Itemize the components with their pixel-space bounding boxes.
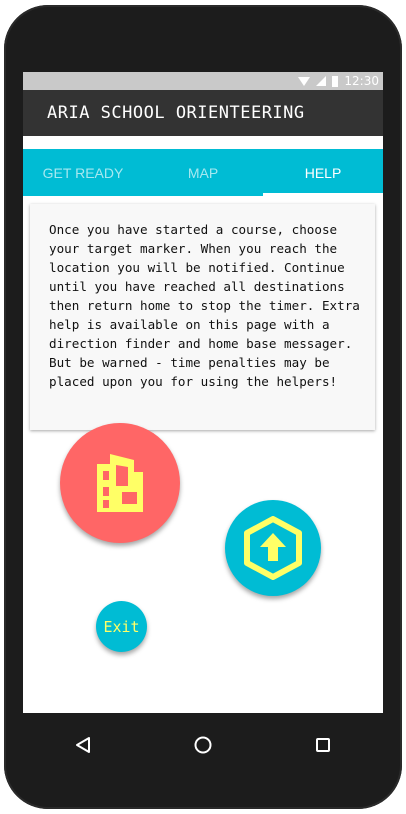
status-time: 12:30 <box>344 74 379 88</box>
system-nav-bar <box>23 713 383 777</box>
back-icon <box>76 737 90 753</box>
help-text: Once you have started a course, choose y… <box>49 222 360 389</box>
home-nav-button[interactable] <box>183 725 223 765</box>
tab-get-ready[interactable]: GET READY <box>23 149 143 196</box>
home-icon <box>194 736 212 754</box>
help-card: Once you have started a course, choose y… <box>30 204 375 430</box>
app-title: ARIA SCHOOL ORIENTEERING <box>47 103 305 123</box>
app-screen: 12:30 ARIA SCHOOL ORIENTEERING GET READY… <box>23 72 383 713</box>
wifi-icon <box>298 76 311 86</box>
back-button[interactable] <box>63 725 103 765</box>
home-base-button[interactable] <box>60 423 180 543</box>
exit-button[interactable]: Exit <box>96 601 147 652</box>
exit-label: Exit <box>103 617 140 636</box>
battery-icon <box>332 75 339 87</box>
status-bar: 12:30 <box>23 72 383 90</box>
direction-finder-button[interactable] <box>225 500 321 596</box>
app-bar: ARIA SCHOOL ORIENTEERING <box>23 90 383 136</box>
building-icon <box>97 454 143 512</box>
tab-help[interactable]: HELP <box>263 149 383 196</box>
tab-map[interactable]: MAP <box>143 149 263 196</box>
signal-icon <box>316 76 327 86</box>
recents-button[interactable] <box>303 725 343 765</box>
up-arrow-hexagon-icon <box>244 516 302 580</box>
tab-bar: GET READY MAP HELP <box>23 149 383 196</box>
recents-icon <box>316 738 330 752</box>
